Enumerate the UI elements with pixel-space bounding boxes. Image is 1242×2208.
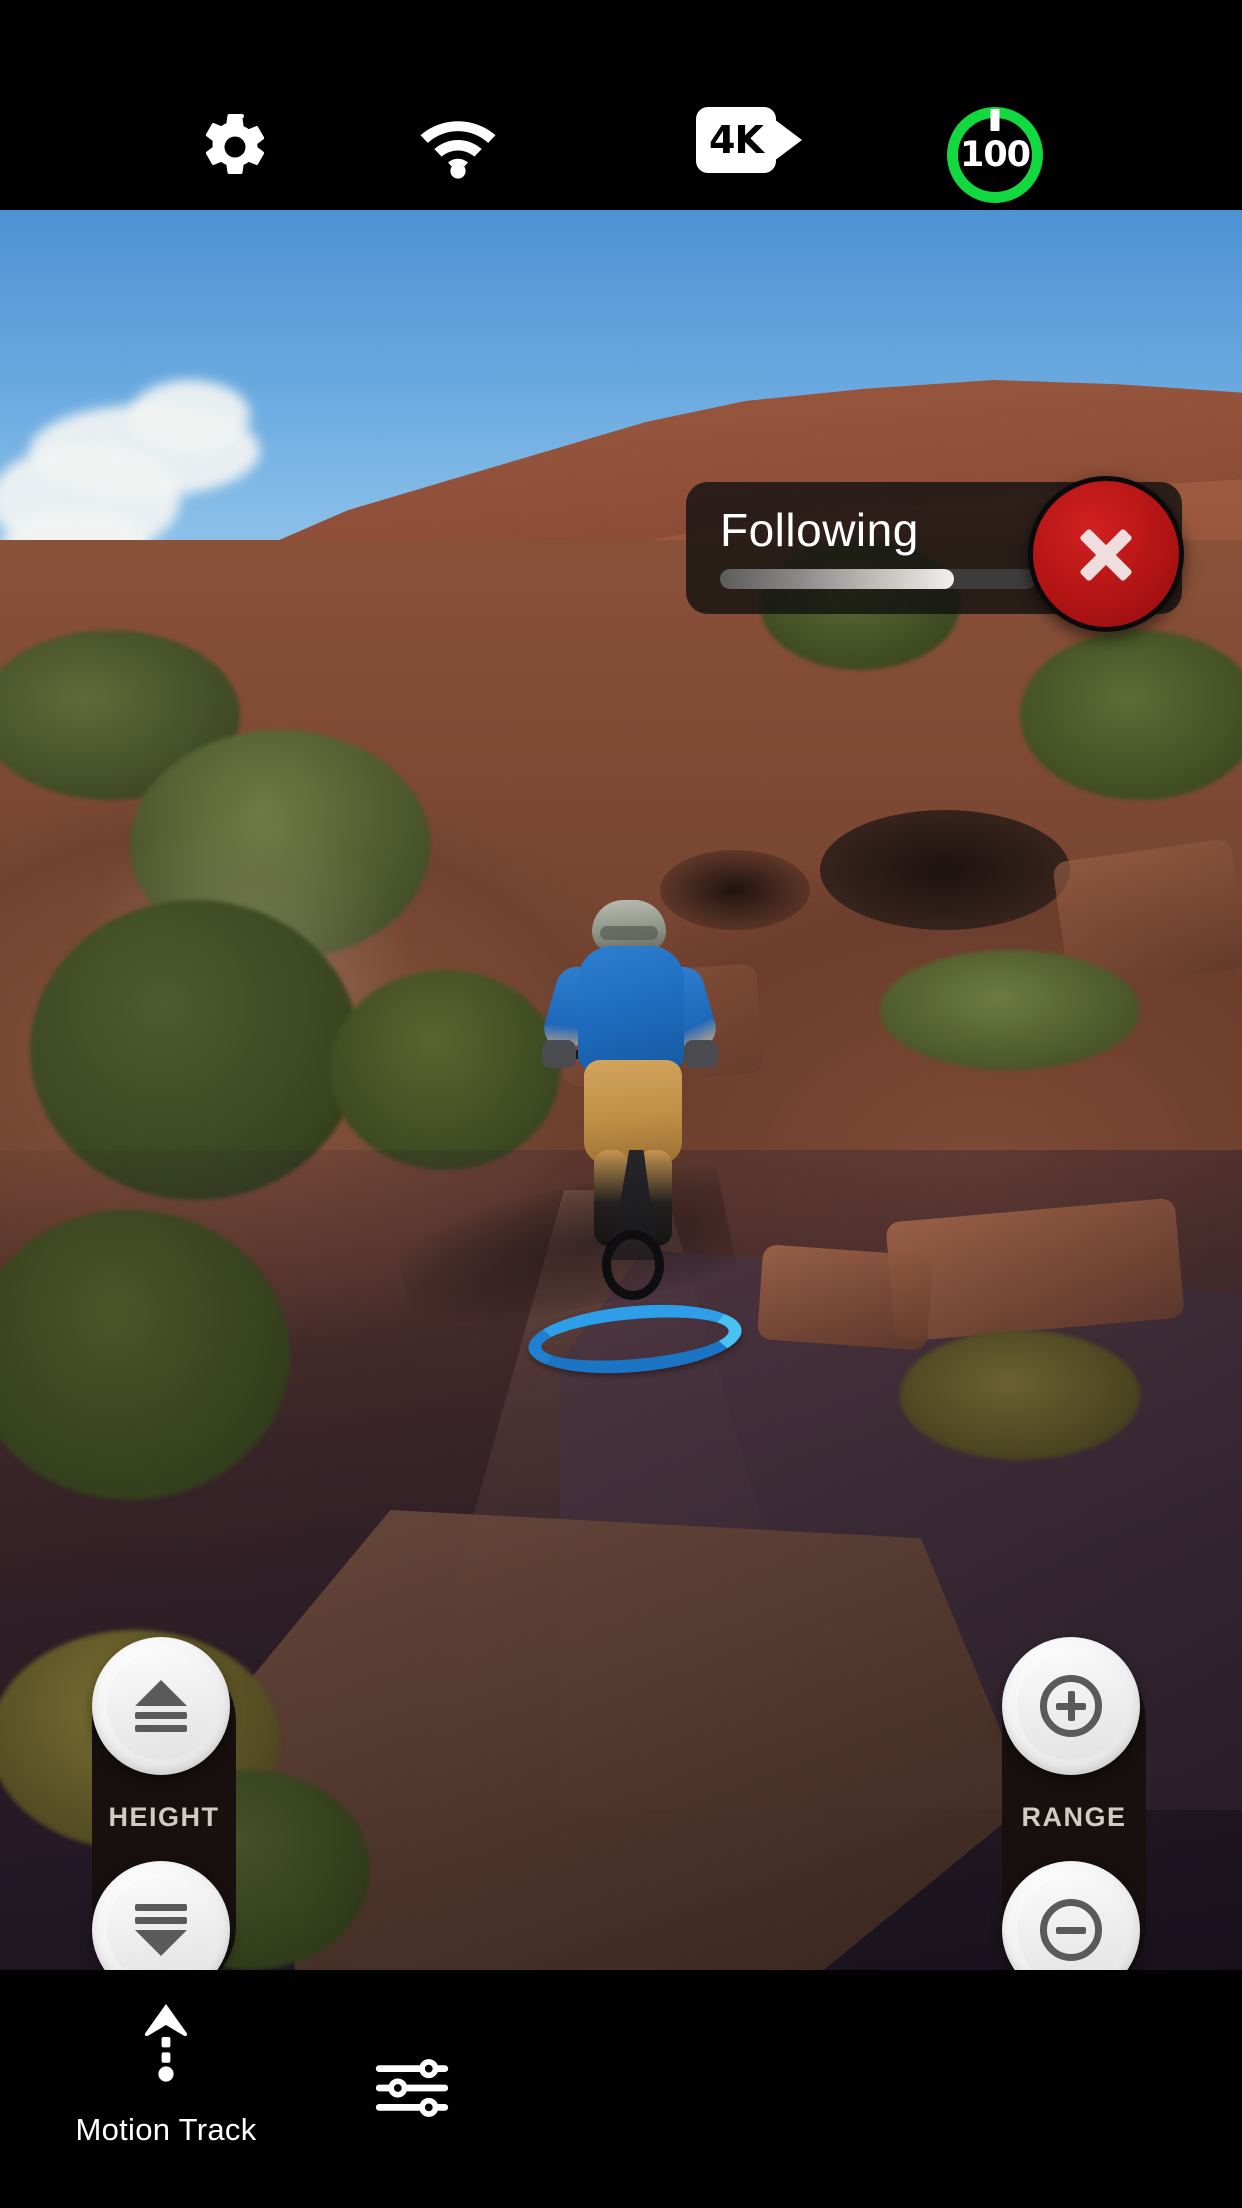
battery-tick-mark	[990, 109, 1000, 131]
range-decrease-button-face	[1017, 1876, 1125, 1970]
rider-hand	[542, 1040, 576, 1068]
cancel-follow-button[interactable]	[1028, 476, 1184, 632]
following-progress-bar	[720, 569, 1036, 589]
line-shape	[135, 1712, 187, 1719]
camera-lens-shape	[774, 119, 802, 161]
triangle-up-shape	[135, 1680, 187, 1706]
video-quality-label: 4K	[696, 107, 776, 173]
plus-vertical-bar	[1068, 1691, 1075, 1721]
height-down-button-face	[107, 1876, 215, 1970]
shrub	[330, 970, 560, 1170]
rider-torso	[578, 946, 684, 1070]
battery-percent-label: 100	[959, 135, 1031, 175]
rider-hand	[684, 1040, 718, 1068]
motion-track-arrow-icon	[144, 2004, 188, 2082]
sliders-icon	[375, 2059, 449, 2117]
subject-tracking-ring	[525, 1296, 745, 1382]
bottom-navigation-bar: Motion Track AUTO RECORD	[0, 1970, 1242, 2208]
wifi-status-button[interactable]	[410, 100, 506, 194]
drone-controller-screen: 4K 100 Following HEIGHT RANGE Motion Tra…	[0, 0, 1242, 2208]
triangle-down-shape	[135, 1930, 187, 1956]
bike-wheel	[602, 1230, 664, 1300]
shrub	[900, 1330, 1140, 1460]
settings-sliders-button[interactable]	[352, 2038, 472, 2138]
descend-icon	[135, 1904, 187, 1956]
video-camera-icon: 4K	[696, 107, 804, 173]
ascend-icon	[135, 1680, 187, 1732]
range-increase-button-face	[1017, 1652, 1125, 1760]
rock-shadow	[820, 810, 1070, 930]
rider-shorts	[584, 1060, 682, 1164]
tracking-ring-ellipse	[525, 1296, 745, 1382]
line-shape	[135, 1917, 187, 1924]
battery-status-indicator[interactable]: 100	[940, 100, 1050, 210]
line-shape	[135, 1904, 187, 1911]
minus-circle-icon	[1040, 1899, 1102, 1961]
height-up-button[interactable]	[92, 1637, 230, 1775]
following-progress-fill	[720, 569, 954, 589]
tracked-subject-cyclist	[391, 900, 739, 1343]
line-shape	[135, 1725, 187, 1732]
range-increase-button[interactable]	[1002, 1637, 1140, 1775]
minus-horizontal-bar	[1056, 1927, 1086, 1934]
close-x-icon	[1075, 523, 1137, 585]
shrub	[880, 950, 1140, 1070]
wifi-icon	[420, 121, 496, 179]
rider-helmet	[592, 900, 666, 952]
rock-face	[756, 1244, 934, 1351]
settings-gear-button[interactable]	[188, 100, 282, 194]
video-quality-button[interactable]: 4K	[692, 100, 808, 180]
motion-track-button[interactable]: Motion Track	[42, 2004, 290, 2148]
plus-circle-icon	[1040, 1675, 1102, 1737]
height-up-button-face	[107, 1652, 215, 1760]
gear-icon	[205, 113, 265, 174]
height-control-label: HEIGHT	[108, 1802, 220, 1832]
cloud	[130, 380, 250, 450]
motion-track-label: Motion Track	[75, 2112, 257, 2147]
drone-camera-feed[interactable]: Following HEIGHT RANGE	[0, 210, 1242, 1970]
status-bar: 4K 100	[0, 0, 1242, 210]
range-control-label: RANGE	[1021, 1802, 1127, 1832]
battery-ring-icon: 100	[947, 107, 1043, 203]
